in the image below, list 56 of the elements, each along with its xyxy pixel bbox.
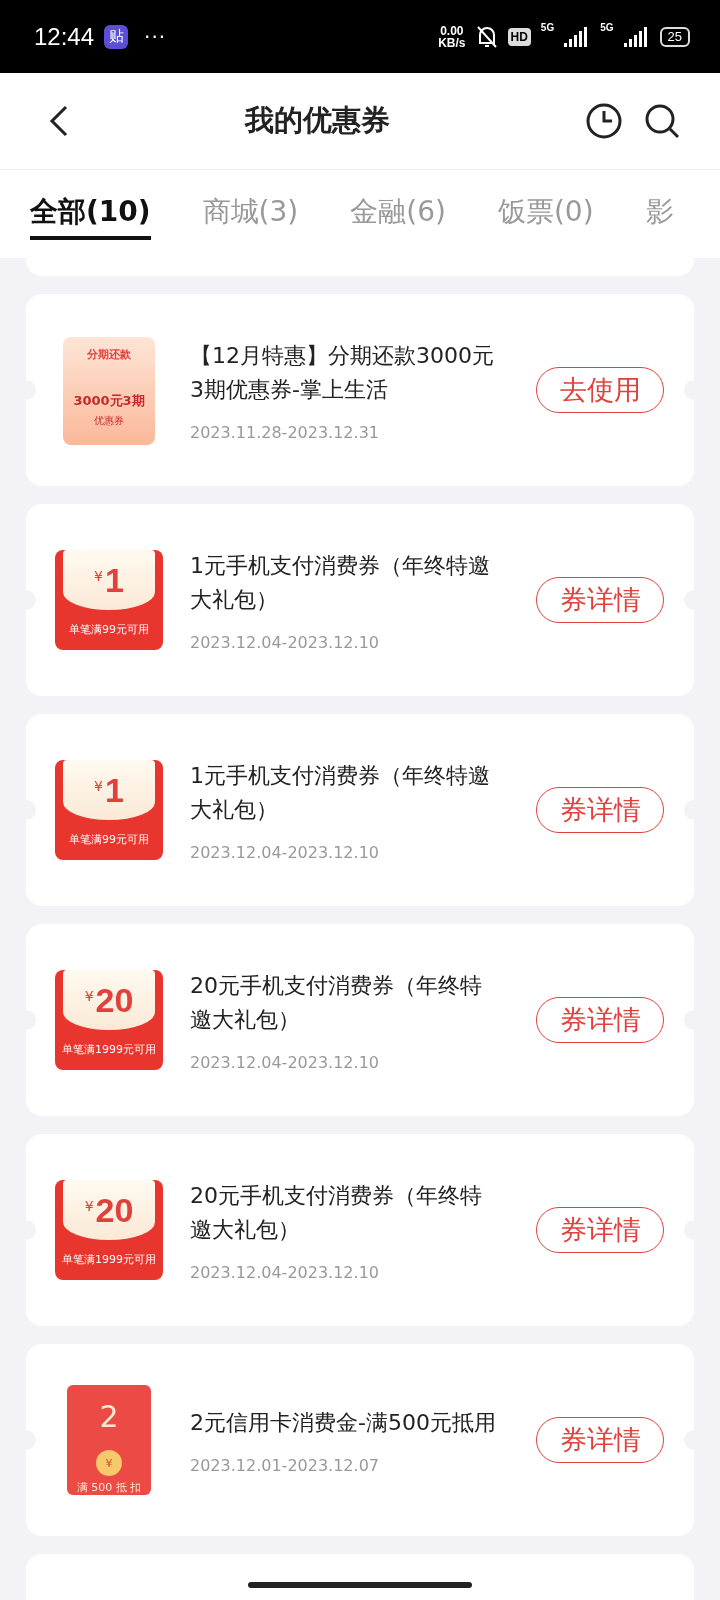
coupon-condition: 单笔满99元可用 [69, 832, 149, 847]
coupon-action-button[interactable]: 券详情 [536, 1417, 664, 1463]
currency-sign: ¥ [94, 568, 103, 584]
validity-dates: 2023.11.28-2023.12.31 [190, 422, 380, 442]
coupon-action-button[interactable]: 券详情 [536, 997, 664, 1043]
net-speed-unit: KB/s [438, 36, 466, 49]
validity-dates: 2023.12.04-2023.12.10 [190, 632, 380, 652]
coupon-title: 【12月特惠】分期还款3000元3期优惠券-掌上生活 [190, 341, 495, 404]
ticket-label: 优惠券 [94, 414, 124, 428]
coupon-action-button[interactable]: 券详情 [536, 577, 664, 623]
coupon-amount: 1 [105, 770, 124, 810]
app-notification-icon: 贴 [104, 24, 129, 49]
coupon-title: 1元手机支付消费券（年终特邀大礼包） [190, 551, 491, 614]
coupon-title: 20元手机支付消费券（年终特邀大礼包） [190, 971, 483, 1034]
network-type: 5G [600, 22, 614, 33]
coupon-action-button[interactable]: 券详情 [536, 1207, 664, 1253]
signal-icon [623, 26, 650, 47]
coupon-amount: 20 [95, 980, 134, 1020]
coin-icon: ¥ [96, 1450, 122, 1476]
bell-muted-icon [475, 24, 498, 49]
clock-time: 12:44 [34, 22, 95, 51]
coupon-action-button[interactable]: 券详情 [536, 787, 664, 833]
validity-dates: 2023.12.04-2023.12.10 [190, 1052, 380, 1072]
coupon-amount: 2 [99, 1399, 119, 1434]
more-notifications: ··· [144, 24, 167, 49]
net-speed: 0.00 [440, 24, 464, 37]
coupon-condition: 满 500 抵 扣 [76, 1480, 142, 1495]
coupon-condition: 单笔满1999元可用 [62, 1252, 156, 1267]
back-button[interactable] [48, 104, 70, 138]
coupon-title: 2元信用卡消费金-满500元抵用 [190, 1408, 497, 1437]
search-button[interactable] [644, 103, 680, 139]
hd-voice-badge: HD [507, 27, 531, 46]
coupon-condition: 单笔满99元可用 [69, 622, 149, 637]
ticket-amount: 3000元3期 [73, 392, 145, 410]
coupon-amount: 1 [105, 560, 124, 600]
validity-dates: 2023.12.01-2023.12.07 [190, 1455, 380, 1475]
page-title: 我的优惠券 [243, 102, 391, 139]
coupon-title: 20元手机支付消费券（年终特邀大礼包） [190, 1181, 483, 1244]
history-button[interactable] [586, 103, 622, 139]
coupon-amount: 20 [95, 1190, 134, 1230]
currency-sign: ¥ [94, 778, 103, 794]
category-tab[interactable]: 商城(3) [202, 170, 299, 240]
category-tab[interactable]: 全部(10) [30, 170, 151, 240]
ticket-heading: 分期还款 [87, 347, 131, 362]
validity-dates: 2023.12.04-2023.12.10 [190, 842, 380, 862]
validity-dates: 2023.12.04-2023.12.10 [190, 1262, 380, 1282]
coupon-condition: 单笔满1999元可用 [62, 1042, 156, 1057]
coupon-title: 1元手机支付消费券（年终特邀大礼包） [190, 761, 491, 824]
currency-sign: ¥ [84, 1198, 94, 1214]
battery-icon: 25 [659, 26, 690, 47]
currency-sign: ¥ [84, 988, 94, 1004]
network-type: 5G [540, 22, 555, 33]
category-tab[interactable]: 饭票(0) [497, 170, 594, 240]
category-tab[interactable]: 金融(6) [350, 170, 446, 240]
coupon-action-button[interactable]: 去使用 [536, 367, 664, 413]
category-tab[interactable]: 影 [645, 170, 674, 240]
